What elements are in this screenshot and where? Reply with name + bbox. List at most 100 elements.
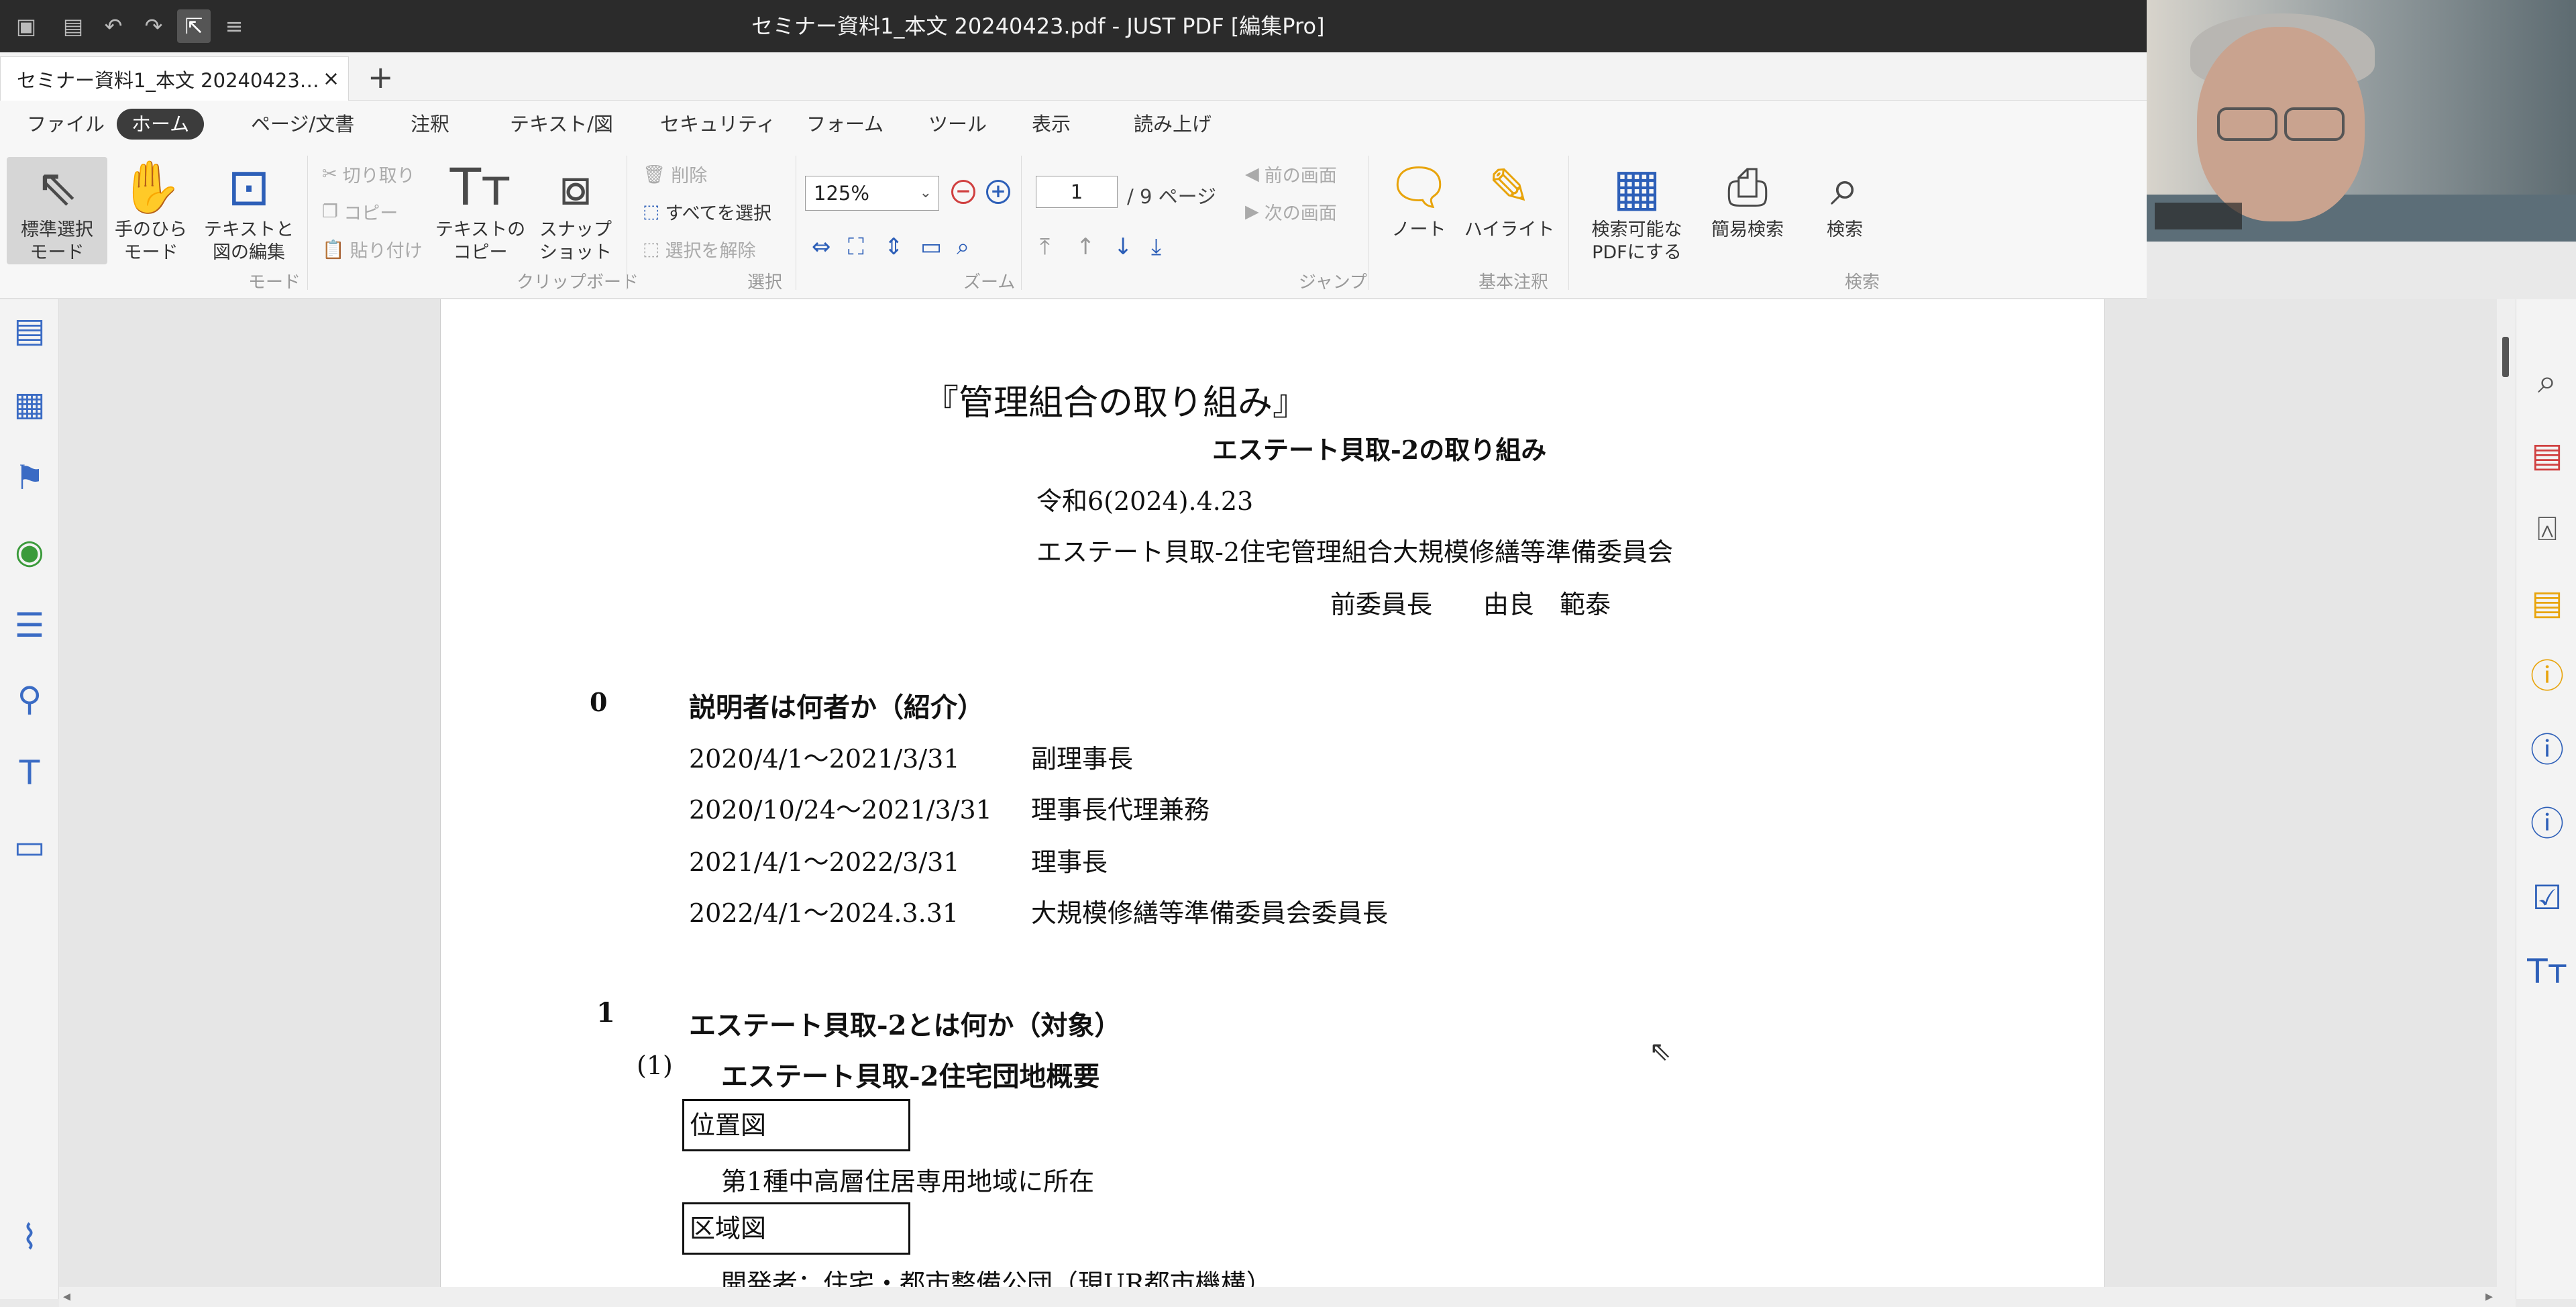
stamp-icon[interactable]: ⍓ [2526,507,2569,550]
undo-icon[interactable]: ↶ [97,9,130,43]
note-icon: 🗨 [1386,157,1452,217]
edit-text-figure-button[interactable]: ⊡ テキストと 図の編集 [199,157,299,264]
scroll-left-icon[interactable]: ◂ [63,1288,70,1305]
copy-icon: ❐ [322,201,339,222]
search-button[interactable]: ⌕ 検索 [1805,157,1885,242]
vertical-scrollbar[interactable] [2497,299,2516,1287]
menu-form[interactable]: フォーム [792,109,898,140]
ribbon-separator [1368,156,1369,290]
next-view-label: 次の画面 [1264,203,1337,224]
document-viewer[interactable]: 『管理組合の取り組み』 エステート貝取-2の取り組み 令和6(2024).4.2… [59,299,2501,1287]
close-tab-icon[interactable]: × [323,67,339,91]
make-searchable-pdf-button[interactable]: ▦ 検索可能な PDFにする [1576,157,1697,264]
copy-text-button[interactable]: Tт テキストの コピー [433,157,527,264]
document-date: 令和6(2024).4.23 [1036,486,1254,516]
comment-info-icon[interactable]: ⓘ [2526,655,2569,698]
page-number-input[interactable]: 1 [1036,176,1118,208]
participant-name-tag [2155,203,2242,229]
next-page-icon[interactable]: ↓ [1114,233,1133,260]
highlight-button[interactable]: ✎ ハイライト [1462,157,1556,242]
comment-list-icon[interactable]: ▤ [2526,581,2569,624]
edit-text-figure-label-1: テキストと [203,219,294,240]
search-icon[interactable]: ⌕ [2526,360,2569,403]
save-icon[interactable]: ▤ [56,9,90,43]
menu-home[interactable]: ホーム [117,109,205,140]
fit-height-icon[interactable]: ⇕ [884,233,904,260]
note-button[interactable]: 🗨 ノート [1382,157,1456,242]
delete-button[interactable]: 🗑 削除 [643,161,707,187]
cut-button[interactable]: ✂ 切り取り [322,161,415,187]
menu-view[interactable]: 表示 [1017,109,1085,140]
fit-page-icon[interactable]: ⛶ [848,233,864,260]
history-period: 2022/4/1～2024.3.31 [689,898,959,928]
actual-size-icon[interactable]: ▭ [920,233,942,260]
text-info-icon[interactable]: ⓘ [2526,802,2569,845]
simple-search-button[interactable]: ⎙ 簡易検索 [1704,157,1791,242]
tag-icon[interactable]: ⚲ [8,678,51,721]
layers-icon[interactable]: ☰ [8,604,51,647]
page-total: / 9 ページ [1127,185,1217,208]
select-all-icon: ⬚ [643,201,660,222]
select-arrow-icon: ⇖ [36,157,78,217]
form-field-icon[interactable]: ▭ [8,825,51,868]
customize-menu-icon[interactable]: ≡ [217,9,251,43]
document-tab[interactable]: セミナー資料1_本文 20240423… × [0,56,349,101]
horizontal-scrollbar[interactable]: ◂ ▸ [59,1287,2516,1307]
deselect-button[interactable]: ⬚ 選択を解除 [643,236,756,262]
menu-page-document[interactable]: ページ/文書 [236,109,369,140]
standard-select-mode-button[interactable]: ⇖ 標準選択 モード [7,157,107,264]
zoom-out-icon[interactable]: − [951,180,975,204]
menu-text-figure[interactable]: テキスト/図 [495,109,628,140]
subsection-1-1-number: (1) [637,1051,673,1080]
history-period: 2021/4/1～2022/3/31 [689,847,960,877]
zoom-select[interactable]: 125% ⌄ [805,176,939,211]
select-all-label: すべてを選択 [665,203,772,224]
snapshot-button[interactable]: ⧇ スナップ ショット [529,157,623,264]
back-icon: ◀ [1245,164,1259,185]
menu-read-aloud[interactable]: 読み上げ [1119,109,1226,140]
paste-button[interactable]: 📋 貼り付け [322,236,423,262]
cut-label: 切り取り [342,166,415,187]
copy-text-label-2: コピー [453,242,508,263]
menu-annotation[interactable]: 注釈 [396,109,464,140]
previous-view-button[interactable]: ◀ 前の画面 [1245,161,1337,187]
section-0-title: 説明者は何者か（紹介） [689,692,984,723]
copy-button[interactable]: ❐ コピー [322,199,398,225]
menu-security[interactable]: セキュリティ [645,109,790,140]
redo-icon[interactable]: ↷ [137,9,170,43]
thumbnails-icon[interactable]: ▦ [8,382,51,425]
bookmark-icon[interactable]: ⚑ [8,456,51,499]
history-role: 大規模修繕等準備委員会委員長 [1031,898,1389,928]
text-box-icon[interactable]: T [8,751,51,794]
checklist-icon[interactable]: ☑ [2526,876,2569,919]
zoom-in-icon[interactable]: + [986,180,1010,204]
hand-mode-label-1: 手のひら [115,219,187,240]
select-all-button[interactable]: ⬚ すべてを選択 [643,199,771,225]
zoom-area-icon[interactable]: ⌕ [957,233,969,260]
comments-panel-icon[interactable]: ▤ [8,309,51,352]
previous-page-icon[interactable]: ↑ [1076,233,1095,260]
vertical-scroll-thumb[interactable] [2502,337,2509,377]
text-size-icon[interactable]: Tт [2526,950,2569,993]
select-cursor-icon[interactable]: ⇱ [177,9,211,43]
attachments-panel-icon[interactable]: ◉ [8,530,51,573]
document-edit-icon[interactable]: ▤ [2526,433,2569,476]
menu-tools[interactable]: ツール [914,109,1002,140]
app-logo-icon: ▣ [15,13,37,39]
next-view-button[interactable]: ▶ 次の画面 [1245,199,1337,225]
document-author: 前委員長 由良 範泰 [1330,590,1611,619]
make-searchable-label-2: PDFにする [1592,242,1682,263]
pdf-page: 『管理組合の取り組み』 エステート貝取-2の取り組み 令和6(2024).4.2… [440,299,2105,1287]
fit-width-icon[interactable]: ⇔ [812,233,831,260]
attachment-info-icon[interactable]: ⓘ [2526,729,2569,772]
paperclip-icon[interactable]: ⌇ [8,1216,51,1259]
first-page-icon[interactable]: ⤒ [1040,233,1050,260]
menu-file[interactable]: ファイル [12,109,119,140]
group-label-search: 検索 [1845,272,1880,293]
last-page-icon[interactable]: ⤓ [1151,233,1161,260]
right-sidebar: ⌕ ▤ ⍓ ▤ ⓘ ⓘ ⓘ ☑ Tт [2516,299,2576,1299]
scroll-right-icon[interactable]: ▸ [2485,1288,2493,1305]
group-label-jump: ジャンプ [1299,272,1367,293]
hand-mode-button[interactable]: ✋ 手のひら モード [107,157,195,264]
new-tab-button[interactable]: + [368,59,394,95]
